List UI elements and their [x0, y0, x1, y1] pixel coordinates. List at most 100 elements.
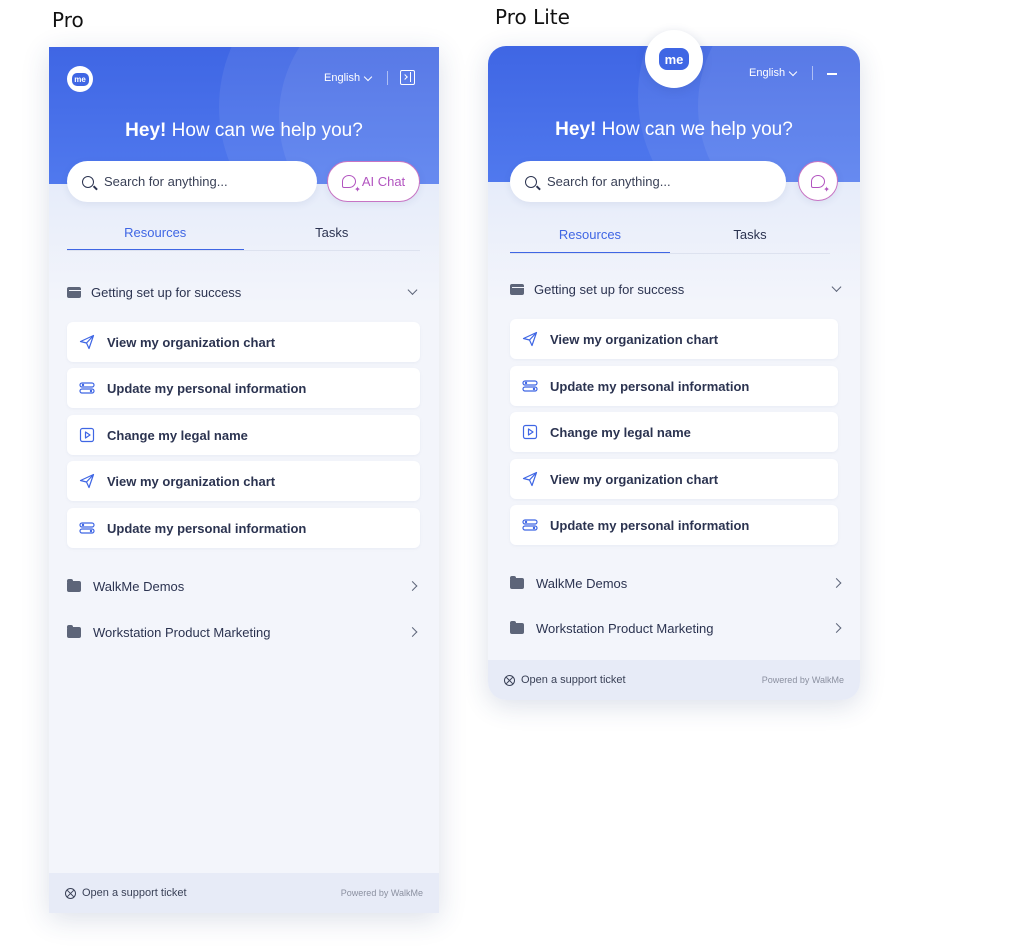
header-divider: [812, 66, 813, 80]
item-label: Update my personal information: [550, 517, 750, 533]
list-item[interactable]: View my organization chart: [510, 319, 838, 359]
group-getting-set-up[interactable]: Getting set up for success: [510, 279, 842, 299]
folder-walkme-demos[interactable]: WalkMe Demos: [510, 573, 842, 593]
panel-footer: Open a support ticket Powered by WalkMe: [49, 873, 439, 913]
greeting-bold: Hey!: [125, 120, 167, 141]
greeting-bold: Hey!: [555, 119, 597, 140]
ai-sparkle-chat-icon: [811, 174, 831, 194]
minimize-icon[interactable]: [827, 73, 837, 75]
chevron-down-icon: [363, 72, 373, 81]
folder-label: WalkMe Demos: [536, 575, 628, 591]
folder-workstation-product-marketing[interactable]: Workstation Product Marketing: [67, 622, 418, 642]
language-selector[interactable]: English: [324, 72, 373, 84]
language-label: English: [749, 67, 786, 79]
chevron-right-icon: [831, 623, 842, 633]
collapse-panel-icon[interactable]: [400, 70, 415, 85]
folder-workstation-product-marketing[interactable]: Workstation Product Marketing: [510, 618, 842, 638]
powered-by: Powered by WalkMe: [761, 675, 844, 685]
item-label: View my organization chart: [550, 471, 719, 487]
pro-caption: Pro: [52, 8, 84, 32]
chevron-right-icon: [407, 581, 418, 591]
greeting-title: Hey! How can we help you?: [488, 119, 860, 141]
lifebuoy-icon: [504, 674, 515, 686]
video-play-icon: [522, 424, 538, 440]
folder-walkme-demos[interactable]: WalkMe Demos: [67, 576, 418, 596]
list-item[interactable]: Update my personal information: [67, 368, 420, 408]
search-box[interactable]: [67, 161, 317, 202]
greeting-text: How can we help you?: [166, 120, 363, 141]
tab-tasks[interactable]: Tasks: [670, 221, 830, 253]
item-label: View my organization chart: [107, 473, 276, 489]
tab-resources[interactable]: Resources: [510, 221, 670, 253]
panel-footer: Open a support ticket Powered by WalkMe: [488, 660, 860, 700]
walkme-logo: me: [645, 30, 703, 88]
item-label: View my organization chart: [107, 334, 276, 350]
list-item[interactable]: View my organization chart: [510, 459, 838, 499]
greeting-title: Hey! How can we help you?: [49, 120, 439, 142]
logo-bubble-icon: me: [659, 48, 689, 70]
search-input[interactable]: [104, 174, 294, 189]
logo-bubble-icon: me: [71, 72, 89, 86]
item-label: Update my personal information: [107, 520, 307, 536]
paper-plane-icon: [79, 334, 95, 350]
group-title: Getting set up for success: [91, 284, 242, 300]
ai-chat-button[interactable]: [798, 161, 838, 201]
folder-icon: [67, 624, 81, 638]
list-item[interactable]: Update my personal information: [67, 508, 420, 548]
chevron-down-icon: [788, 67, 798, 76]
list-item[interactable]: View my organization chart: [67, 461, 420, 501]
tab-resources[interactable]: Resources: [67, 219, 244, 250]
folder-icon: [67, 578, 81, 592]
folder-label: Workstation Product Marketing: [93, 624, 271, 640]
ai-chat-button[interactable]: AI Chat: [327, 161, 420, 202]
search-icon: [525, 175, 537, 188]
search-box[interactable]: [510, 161, 786, 202]
list-item[interactable]: Change my legal name: [510, 412, 838, 452]
powered-by: Powered by WalkMe: [340, 888, 423, 898]
folder-label: Workstation Product Marketing: [536, 620, 714, 636]
item-label: Change my legal name: [550, 424, 691, 440]
pro-panel: me English Hey! How can we help you? AI …: [49, 47, 439, 913]
list-item[interactable]: Update my personal information: [510, 366, 838, 406]
language-selector[interactable]: English: [749, 67, 798, 79]
support-ticket-link[interactable]: Open a support ticket: [504, 674, 626, 686]
header-divider: [387, 71, 388, 85]
toggles-icon: [522, 519, 538, 531]
folder-icon: [510, 620, 524, 634]
search-icon: [82, 175, 94, 188]
video-play-icon: [79, 427, 95, 443]
language-label: English: [324, 72, 361, 84]
greeting-text: How can we help you?: [596, 119, 793, 140]
list-item[interactable]: View my organization chart: [67, 322, 420, 362]
chevron-down-icon: [831, 282, 842, 292]
list-item[interactable]: Update my personal information: [510, 505, 838, 545]
toggles-icon: [79, 522, 95, 534]
item-label: Change my legal name: [107, 427, 248, 443]
support-ticket-link[interactable]: Open a support ticket: [65, 887, 187, 899]
toggles-icon: [79, 382, 95, 394]
list-item[interactable]: Change my legal name: [67, 415, 420, 455]
walkme-logo: me: [67, 66, 93, 92]
support-label: Open a support ticket: [521, 674, 626, 686]
pro-lite-caption: Pro Lite: [495, 5, 570, 29]
item-label: View my organization chart: [550, 331, 719, 347]
paper-plane-icon: [522, 471, 538, 487]
group-title: Getting set up for success: [534, 281, 685, 297]
folder-label: WalkMe Demos: [93, 578, 185, 594]
search-input[interactable]: [547, 174, 737, 189]
ai-chat-label: AI Chat: [361, 174, 406, 189]
item-label: Update my personal information: [550, 378, 750, 394]
folder-icon: [510, 575, 524, 589]
tab-bar: Resources Tasks: [67, 219, 420, 251]
lifebuoy-icon: [65, 887, 76, 899]
toggles-icon: [522, 380, 538, 392]
folder-open-icon: [510, 283, 524, 295]
ai-sparkle-chat-icon: [341, 175, 361, 194]
group-getting-set-up[interactable]: Getting set up for success: [67, 282, 418, 302]
paper-plane-icon: [79, 473, 95, 489]
tab-tasks[interactable]: Tasks: [244, 219, 421, 250]
support-label: Open a support ticket: [82, 887, 187, 899]
chevron-right-icon: [407, 627, 418, 637]
chevron-down-icon: [407, 285, 418, 295]
folder-open-icon: [67, 286, 81, 298]
